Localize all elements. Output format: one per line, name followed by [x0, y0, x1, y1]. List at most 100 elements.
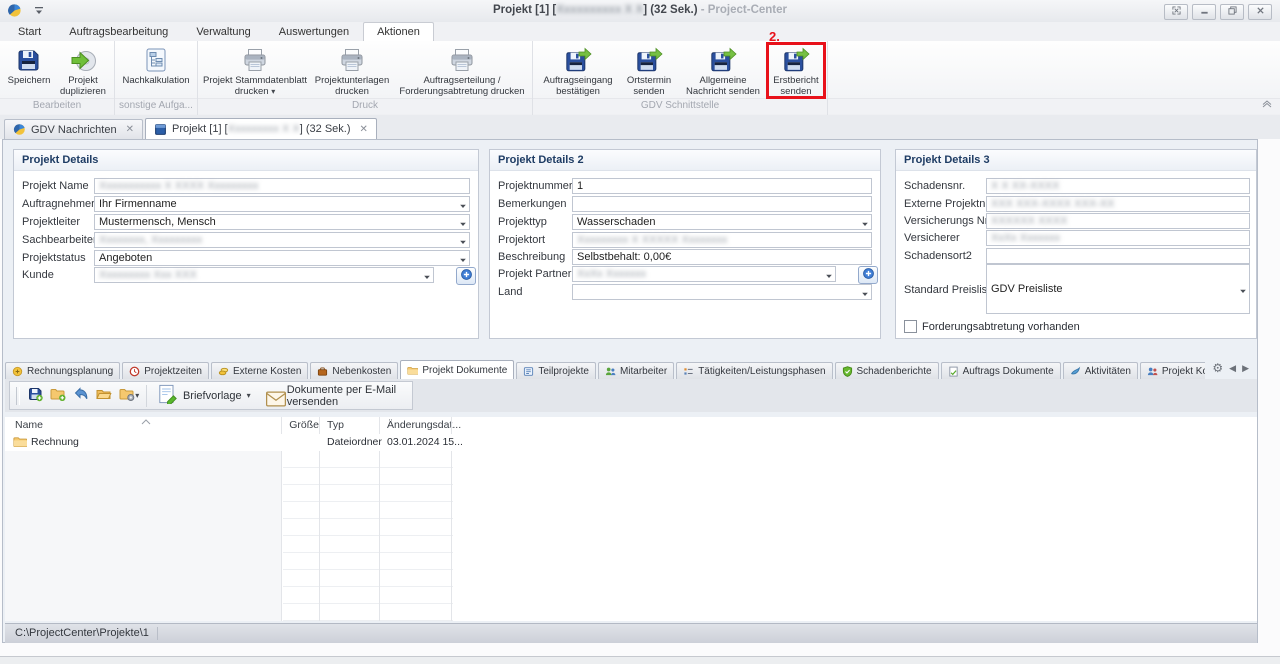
erstbericht-senden-button[interactable]: 2. Erstbericht senden — [768, 44, 824, 97]
allgemeine-nachricht-senden-button[interactable]: Allgemeine Nachricht senden — [678, 44, 768, 97]
ribbon-tab-auswertungen[interactable]: Auswertungen — [265, 22, 363, 41]
chevron-down-icon[interactable] — [423, 272, 431, 280]
stammdatenblatt-drucken-button[interactable]: Projekt Stammdatenblatt drucken ▾ — [201, 44, 309, 97]
column-header-name[interactable]: Name — [15, 419, 43, 431]
column-header-typ[interactable]: Typ — [327, 419, 344, 431]
versicherer-input[interactable]: XxXx Xxxxxxx — [986, 230, 1250, 246]
nachkalkulation-button[interactable]: Nachkalkulation — [118, 44, 194, 86]
partner-details-button[interactable] — [840, 266, 856, 282]
email-documents-button[interactable]: Dokumente per E-Mail versenden — [262, 382, 406, 410]
minimize-button[interactable] — [1192, 4, 1216, 20]
chevron-down-icon[interactable] — [1239, 286, 1247, 294]
schadensnr-input[interactable]: X X XX-XXXX — [986, 178, 1250, 194]
tab-projekt[interactable]: Projekt [1] [Xxxxxxxxx X X] (32 Sek.) ✕ — [145, 118, 377, 139]
new-folder-button[interactable] — [50, 387, 66, 405]
scroll-tabs-right-icon[interactable]: ▶ — [1242, 363, 1249, 374]
tab-taetigkeiten[interactable]: Tätigkeiten/Leistungsphasen — [676, 362, 832, 379]
tab-rechnungsplanung[interactable]: Rechnungsplanung — [5, 362, 120, 379]
fullscreen-button[interactable] — [1164, 4, 1188, 20]
auftragserteilung-drucken-button[interactable]: Auftragserteilung / Forderungsabtretung … — [395, 44, 529, 97]
close-tab-icon[interactable]: ✕ — [356, 124, 368, 135]
projektunterlagen-drucken-button[interactable]: Projektunterlagen drucken — [309, 44, 395, 97]
projekt-duplizieren-button[interactable]: Projekt duplizieren — [55, 44, 111, 97]
scroll-tabs-left-icon[interactable]: ◀ — [1229, 363, 1236, 374]
kunde-add-button[interactable] — [456, 267, 476, 285]
externe-projektnr-input[interactable]: XXX XXX-XXXX XXX-XX — [986, 196, 1250, 212]
panel-title: Projekt Details 3 — [896, 150, 1256, 171]
chevron-down-icon[interactable] — [861, 289, 869, 297]
gear-icon[interactable]: ⚙ — [1212, 361, 1223, 375]
column-header-groesse[interactable]: Größe — [285, 419, 319, 431]
auftragnehmer-combobox[interactable]: Ihr Firmenname — [94, 196, 470, 212]
tab-gdv-nachrichten[interactable]: GDV Nachrichten ✕ — [4, 119, 143, 139]
close-tab-icon[interactable]: ✕ — [122, 124, 134, 135]
dropdown-caret-icon: ▾ — [135, 391, 139, 400]
projekt-name-input[interactable]: Xxxxxxxxxxx X XXXX Xxxxxxxxx — [94, 178, 470, 194]
close-button[interactable] — [1248, 4, 1272, 20]
chevron-down-icon[interactable] — [861, 219, 869, 227]
ribbon-group-druck: Projekt Stammdatenblatt drucken ▾ Projek… — [198, 41, 533, 115]
dropdown-caret-icon: ▾ — [247, 391, 251, 400]
tab-mitarbeiter[interactable]: Mitarbeiter — [598, 362, 674, 379]
projektort-input[interactable]: Xxxxxxxxx X XXXXX Xxxxxxxx — [572, 232, 872, 248]
projekttyp-combobox[interactable]: Wasserschaden — [572, 214, 872, 230]
projekt-partner-combobox[interactable]: XxXx Xxxxxxx — [572, 266, 836, 282]
bemerkungen-input[interactable] — [572, 196, 872, 212]
speichern-button[interactable]: Speichern — [3, 44, 55, 86]
projektstatus-combobox[interactable]: Angeboten — [94, 250, 470, 266]
collapse-ribbon-button[interactable] — [1260, 99, 1274, 111]
land-combobox[interactable] — [572, 284, 872, 300]
folder-add-icon — [50, 386, 66, 405]
send-report-icon — [564, 46, 592, 74]
tab-projekt-kontakte[interactable]: Projekt Kontakte — [1140, 362, 1205, 379]
tab-externe-kosten[interactable]: Externe Kosten — [211, 362, 308, 379]
folder-options-button[interactable]: ▾ — [119, 387, 139, 405]
partner-add-button[interactable] — [858, 266, 878, 284]
chevron-down-icon[interactable] — [459, 237, 467, 245]
chevron-down-icon[interactable] — [459, 255, 467, 263]
ortstermin-senden-button[interactable]: Ortstermin senden — [620, 44, 678, 97]
ribbon-tab-auftragsbearbeitung[interactable]: Auftragsbearbeitung — [55, 22, 182, 41]
versicherungs-nr-input[interactable]: XXXXXX XXXX — [986, 213, 1250, 229]
kunde-combobox[interactable]: Xxxxxxxxx Xxx XXX — [94, 267, 434, 283]
schadensort2-input[interactable] — [986, 248, 1250, 264]
auftragseingang-bestaetigen-button[interactable]: Auftragseingang bestätigen — [536, 44, 620, 97]
send-report-icon — [709, 46, 737, 74]
forderungsabtretung-checkbox[interactable]: Forderungsabtretung vorhanden — [904, 320, 1080, 333]
sort-ascending-icon — [141, 416, 151, 422]
ribbon-tab-aktionen[interactable]: Aktionen — [363, 22, 434, 41]
file-row-rechnung[interactable]: Rechnung Dateiordner 03.01.2024 15... — [5, 434, 1257, 451]
chevron-down-icon[interactable] — [825, 271, 833, 279]
tab-projekt-dokumente[interactable]: Projekt Dokumente — [400, 360, 514, 379]
open-folder-button[interactable] — [96, 387, 112, 405]
kunde-details-button[interactable] — [438, 267, 454, 283]
fullscreen-icon — [1172, 6, 1181, 18]
ribbon-tab-start[interactable]: Start — [4, 22, 55, 41]
minimize-icon — [1200, 6, 1209, 18]
group-label-druck: Druck — [198, 98, 532, 114]
projektnummer-input[interactable]: 1 — [572, 178, 872, 194]
ribbon-tab-verwaltung[interactable]: Verwaltung — [182, 22, 264, 41]
tab-teilprojekte[interactable]: Teilprojekte — [516, 362, 596, 379]
standard-preisliste-combobox[interactable]: GDV Preisliste — [986, 264, 1250, 314]
briefvorlage-button[interactable]: Briefvorlage ▾ — [154, 382, 255, 409]
projektleiter-combobox[interactable]: Mustermensch, Mensch — [94, 214, 470, 230]
checkbox-icon[interactable] — [904, 320, 917, 333]
ribbon-group-gdv-schnittstelle: Auftragseingang bestätigen Ortstermin se… — [533, 41, 828, 115]
toolbar-grip — [16, 387, 20, 405]
beschreibung-input[interactable]: Selbstbehalt: 0,00€ — [572, 249, 872, 265]
chevron-down-icon[interactable] — [459, 219, 467, 227]
sachbearbeiter-combobox[interactable]: Xxxxxxxx, Xxxxxxxxx — [94, 232, 470, 248]
tab-projektzeiten[interactable]: Projektzeiten — [122, 362, 209, 379]
chevron-down-icon[interactable] — [459, 201, 467, 209]
tab-aktivitaeten[interactable]: Aktivitäten — [1063, 362, 1138, 379]
tab-schadenberichte[interactable]: Schadenberichte — [835, 362, 939, 379]
undo-button[interactable] — [73, 387, 89, 405]
tab-auftrags-dokumente[interactable]: Auftrags Dokumente — [941, 362, 1061, 379]
printer-icon — [338, 46, 366, 74]
panel-title: Projekt Details — [14, 150, 478, 171]
ribbon: Speichern Projekt duplizieren Bearbeiten… — [0, 41, 1280, 116]
save-document-button[interactable] — [27, 387, 43, 405]
restore-button[interactable] — [1220, 4, 1244, 20]
tab-nebenkosten[interactable]: Nebenkosten — [310, 362, 398, 379]
